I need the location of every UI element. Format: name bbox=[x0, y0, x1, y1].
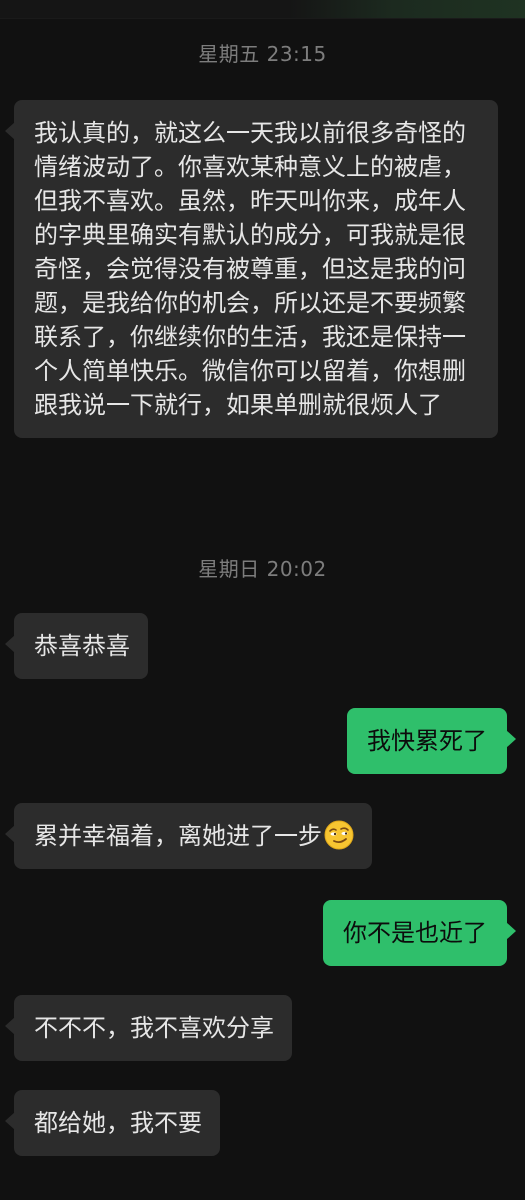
message-text: 我快累死了 bbox=[367, 727, 487, 755]
message-text: 不不不，我不喜欢分享 bbox=[34, 1014, 274, 1042]
outgoing-message-bubble[interactable]: 我快累死了 bbox=[347, 708, 516, 774]
top-status-strip bbox=[0, 0, 525, 19]
message-text: 累并幸福着，离她进了一步 bbox=[34, 822, 322, 850]
smirk-emoji-icon bbox=[324, 820, 354, 850]
timestamp: 星期五 23:15 bbox=[198, 42, 327, 66]
message-text: 我认真的，就这么一天我以前很多奇怪的情绪波动了。你喜欢某种意义上的被虐，但我不喜… bbox=[34, 119, 466, 419]
incoming-message-bubble[interactable]: 我认真的，就这么一天我以前很多奇怪的情绪波动了。你喜欢某种意义上的被虐，但我不喜… bbox=[5, 100, 498, 438]
incoming-message-bubble[interactable]: 都给她，我不要 bbox=[5, 1090, 220, 1156]
outgoing-message-bubble[interactable]: 你不是也近了 bbox=[323, 900, 516, 966]
incoming-message-bubble[interactable]: 恭喜恭喜 bbox=[5, 613, 148, 679]
incoming-message-bubble[interactable]: 累并幸福着，离她进了一步 bbox=[5, 803, 372, 869]
message-text: 都给她，我不要 bbox=[34, 1109, 202, 1137]
incoming-message-bubble[interactable]: 不不不，我不喜欢分享 bbox=[5, 995, 292, 1061]
message-text: 你不是也近了 bbox=[343, 919, 487, 947]
timestamp: 星期日 20:02 bbox=[198, 557, 327, 581]
message-text: 恭喜恭喜 bbox=[34, 632, 130, 660]
